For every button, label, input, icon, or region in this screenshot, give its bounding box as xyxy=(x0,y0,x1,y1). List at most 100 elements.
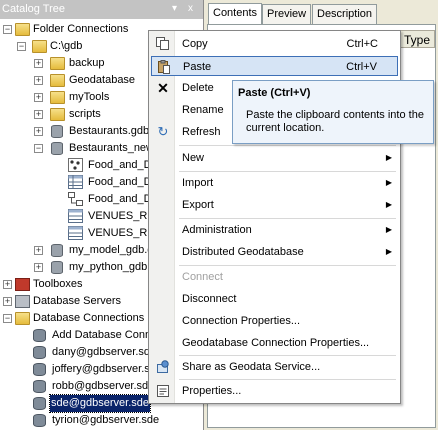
menu-item-label: Import xyxy=(182,177,214,189)
menu-item-properties[interactable]: Properties... xyxy=(151,381,398,401)
relationship-class-icon xyxy=(68,192,83,206)
paste-tooltip: Paste (Ctrl+V) Paste the clipboard conte… xyxy=(232,80,434,144)
folder-icon xyxy=(50,57,65,70)
menu-item-disconnect[interactable]: Disconnect xyxy=(151,289,398,309)
pin-icon[interactable]: ▾ xyxy=(172,3,177,14)
menu-item-label: Connection Properties... xyxy=(182,315,301,327)
expand-toggle-icon[interactable]: + xyxy=(34,93,43,102)
menu-item-export[interactable]: Export ▶ xyxy=(151,195,398,215)
menu-item-label: New xyxy=(182,152,205,164)
tree-item-label-selected: sde@gdbserver.sde xyxy=(48,394,152,413)
menu-separator xyxy=(179,379,396,380)
menu-item-label: Delete xyxy=(182,82,214,94)
tree-item-label: Bestaurants.gdb xyxy=(69,125,150,137)
folder-icon xyxy=(50,74,65,87)
tooltip-body: Paste the clipboard contents into the cu… xyxy=(246,109,424,134)
database-connections-folder-icon xyxy=(15,312,30,325)
menu-item-copy[interactable]: Copy Ctrl+C xyxy=(151,34,398,54)
menu-item-shortcut: Ctrl+V xyxy=(346,61,377,73)
expand-toggle-icon[interactable]: + xyxy=(34,110,43,119)
menu-separator xyxy=(179,145,396,146)
table-icon xyxy=(68,209,83,223)
menu-item-connect: Connect xyxy=(151,267,398,287)
menu-item-administration[interactable]: Administration ▶ xyxy=(151,220,398,240)
menu-item-label: Refresh xyxy=(182,126,221,138)
sde-connection-icon xyxy=(33,346,46,359)
tree-item-label: Folder Connections xyxy=(33,23,129,35)
tree-item-label: myTools xyxy=(69,91,110,103)
collapse-toggle-icon[interactable]: − xyxy=(34,144,43,153)
add-database-connection-icon xyxy=(33,329,46,342)
menu-separator xyxy=(179,218,396,219)
geodatabase-icon xyxy=(51,261,63,274)
expand-toggle-icon[interactable]: + xyxy=(3,297,12,306)
menu-item-share-as-geodata-service[interactable]: Share as Geodata Service... xyxy=(151,357,398,377)
menu-item-geodatabase-connection-properties[interactable]: Geodatabase Connection Properties... xyxy=(151,333,398,353)
expand-toggle-icon[interactable]: + xyxy=(34,263,43,272)
tree-item-label: Food_and_D xyxy=(88,159,152,171)
sde-connection-icon xyxy=(33,414,46,427)
expand-toggle-icon[interactable]: + xyxy=(3,280,12,289)
menu-item-paste[interactable]: Paste Ctrl+V xyxy=(151,56,398,76)
toolbox-icon xyxy=(15,278,30,291)
menu-item-label: Rename xyxy=(182,104,224,116)
geodatabase-icon xyxy=(51,142,63,155)
menu-separator xyxy=(179,265,396,266)
submenu-arrow-icon: ▶ xyxy=(385,153,392,162)
tree-item-tyrion-connection[interactable]: tyrion@gdbserver.sde xyxy=(0,412,203,429)
menu-separator xyxy=(179,355,396,356)
submenu-arrow-icon: ▶ xyxy=(385,200,392,209)
table-icon xyxy=(68,226,83,240)
menu-item-label: Copy xyxy=(182,38,208,50)
tree-item-label: Add Database Conne xyxy=(52,329,158,341)
point-feature-class-icon xyxy=(68,158,83,172)
tab-contents[interactable]: Contents xyxy=(208,3,263,25)
collapse-toggle-icon[interactable]: − xyxy=(3,25,12,34)
menu-item-import[interactable]: Import ▶ xyxy=(151,173,398,193)
table-icon xyxy=(68,175,83,189)
tree-item-label: Database Servers xyxy=(33,295,122,307)
expand-toggle-icon[interactable]: + xyxy=(34,246,43,255)
tab-description[interactable]: Description xyxy=(312,4,378,24)
tab-preview[interactable]: Preview xyxy=(262,4,312,24)
copy-icon xyxy=(155,37,171,51)
menu-item-distributed-geodatabase[interactable]: Distributed Geodatabase ▶ xyxy=(151,242,398,262)
tree-item-label: C:\gdb xyxy=(50,40,83,52)
folder-icon xyxy=(50,91,65,104)
submenu-arrow-icon: ▶ xyxy=(385,178,392,187)
tree-item-label: scripts xyxy=(69,108,101,120)
tree-item-label: Toolboxes xyxy=(33,278,83,290)
menu-item-connection-properties[interactable]: Connection Properties... xyxy=(151,311,398,331)
collapse-toggle-icon[interactable]: − xyxy=(3,314,12,323)
catalog-tree-title: Catalog Tree xyxy=(2,3,65,15)
sde-connection-icon xyxy=(33,397,46,410)
column-header-type[interactable]: Type xyxy=(397,30,435,48)
menu-item-label: Paste xyxy=(183,61,212,73)
submenu-arrow-icon: ▶ xyxy=(385,247,392,256)
menu-separator xyxy=(179,171,396,172)
menu-item-shortcut: Ctrl+C xyxy=(346,38,378,50)
tree-item-label: my_model_gdb.g xyxy=(69,244,154,256)
tree-item-label: robb@gdbserver.sde xyxy=(52,380,155,392)
tree-item-label: Database Connections xyxy=(33,312,145,324)
properties-icon xyxy=(155,384,171,398)
geodatabase-icon xyxy=(51,244,63,257)
expand-toggle-icon[interactable]: + xyxy=(34,59,43,68)
close-icon[interactable]: x xyxy=(188,3,193,14)
tree-item-label: joffery@gdbserver.s xyxy=(52,363,150,375)
catalog-tree-title-bar: Catalog Tree ▾ x xyxy=(0,0,203,19)
menu-item-new[interactable]: New ▶ xyxy=(151,148,398,168)
sde-connection-icon xyxy=(33,380,46,393)
expand-toggle-icon[interactable]: + xyxy=(34,76,43,85)
tree-item-label: Food_and_D xyxy=(88,176,152,188)
folder-connection-icon xyxy=(32,40,47,53)
menu-item-label: Properties... xyxy=(182,385,242,397)
database-server-icon xyxy=(15,295,30,308)
sde-connection-icon xyxy=(33,363,46,376)
tree-item-label: Geodatabase xyxy=(69,74,136,86)
menu-item-label: Disconnect xyxy=(182,293,237,305)
delete-icon: ✕ xyxy=(157,80,169,96)
collapse-toggle-icon[interactable]: − xyxy=(17,42,26,51)
tree-item-label: Food_and_D xyxy=(88,193,152,205)
expand-toggle-icon[interactable]: + xyxy=(34,127,43,136)
